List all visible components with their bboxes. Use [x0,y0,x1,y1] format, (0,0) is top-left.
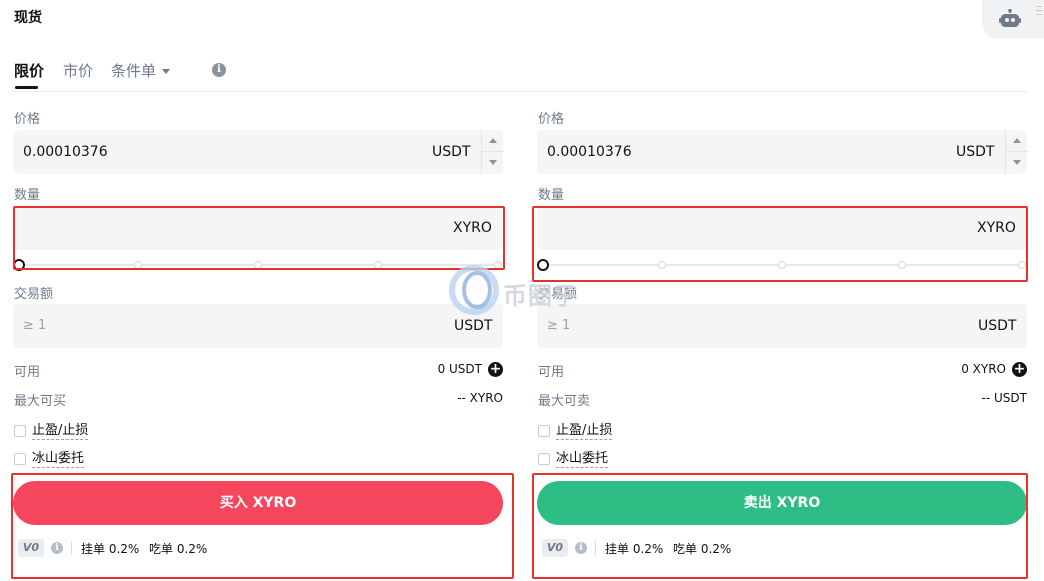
slider-tick-50[interactable] [778,261,786,269]
iceberg-checkbox[interactable] [14,453,26,465]
plus-circle-icon[interactable]: + [1012,362,1027,377]
total-label: 交易额 [538,287,578,302]
divider [71,541,72,555]
available-value: 0 XYRO [961,362,1006,376]
price-decrement-button[interactable] [1006,152,1028,174]
total-placeholder: ≥ 1 [547,318,571,333]
taker-fee: 吃单 0.2% [673,542,732,556]
max-sell-value: -- USDT [981,391,1027,405]
amount-unit: XYRO [453,220,492,236]
amount-label: 数量 [14,188,41,203]
buy-amount-slider[interactable] [13,259,503,271]
available-value: 0 USDT [437,362,482,376]
caret-up-icon [1013,138,1021,143]
total-unit: USDT [454,318,493,334]
menu-lines-icon[interactable] [1036,6,1042,16]
caret-up-icon [489,138,497,143]
max-buy-value: -- XYRO [457,391,503,405]
taker-fee: 吃单 0.2% [149,542,208,556]
price-decrement-button[interactable] [482,152,504,174]
vip-tier-badge: V0 [542,539,568,557]
price-value: 0.00010376 [547,144,632,160]
price-unit: USDT [432,144,471,160]
price-label: 价格 [14,112,41,127]
iceberg-label: 冰山委托 [556,451,609,468]
slider-tick-100[interactable] [1018,261,1026,269]
price-label: 价格 [538,112,565,127]
sell-panel: 价格 0.00010376 USDT 数量 XYRO 交易额 ≥ 1 USDT … [537,0,1028,581]
price-increment-button[interactable] [482,130,504,152]
available-label: 可用 [538,365,565,380]
price-stepper [1005,130,1028,174]
buy-amount-input[interactable]: XYRO [13,206,503,250]
tpsl-checkbox[interactable] [14,425,26,437]
buy-button[interactable]: 买入 XYRO [13,481,503,525]
divider [595,541,596,555]
slider-tick-75[interactable] [898,261,906,269]
buy-price-input[interactable]: 0.00010376 USDT [13,130,504,174]
total-label: 交易额 [14,287,54,302]
tpsl-checkbox[interactable] [538,425,550,437]
caret-down-icon [1013,160,1021,165]
price-value: 0.00010376 [23,144,108,160]
slider-handle[interactable] [13,259,25,271]
tpsl-label: 止盈/止损 [32,423,89,440]
sell-total-input[interactable]: ≥ 1 USDT [537,304,1027,348]
total-unit: USDT [978,318,1017,334]
sell-amount-slider[interactable] [537,259,1027,271]
sell-amount-input[interactable]: XYRO [537,206,1027,250]
vip-tier-badge: V0 [18,539,44,557]
info-icon[interactable]: i [575,542,587,554]
info-icon[interactable]: i [51,542,63,554]
slider-tick-75[interactable] [374,261,382,269]
max-sell-label: 最大可卖 [538,394,591,409]
available-label: 可用 [14,365,41,380]
plus-circle-icon[interactable]: + [488,362,503,377]
slider-handle[interactable] [537,259,549,271]
slider-tick-100[interactable] [494,261,502,269]
maker-fee: 挂单 0.2% [81,542,140,556]
maker-fee: 挂单 0.2% [605,542,664,556]
total-placeholder: ≥ 1 [23,318,47,333]
caret-down-icon [489,160,497,165]
tpsl-label: 止盈/止损 [556,423,613,440]
iceberg-checkbox[interactable] [538,453,550,465]
price-unit: USDT [956,144,995,160]
sell-button[interactable]: 卖出 XYRO [537,481,1027,525]
max-buy-label: 最大可买 [14,394,67,409]
buy-total-input[interactable]: ≥ 1 USDT [13,304,503,348]
amount-unit: XYRO [977,220,1016,236]
price-increment-button[interactable] [1006,130,1028,152]
price-stepper [481,130,504,174]
slider-tick-25[interactable] [134,261,142,269]
sell-price-input[interactable]: 0.00010376 USDT [537,130,1028,174]
buy-panel: 价格 0.00010376 USDT 数量 XYRO 交易额 ≥ 1 USDT … [13,0,504,581]
amount-label: 数量 [538,188,565,203]
iceberg-label: 冰山委托 [32,451,85,468]
slider-tick-25[interactable] [658,261,666,269]
slider-tick-50[interactable] [254,261,262,269]
